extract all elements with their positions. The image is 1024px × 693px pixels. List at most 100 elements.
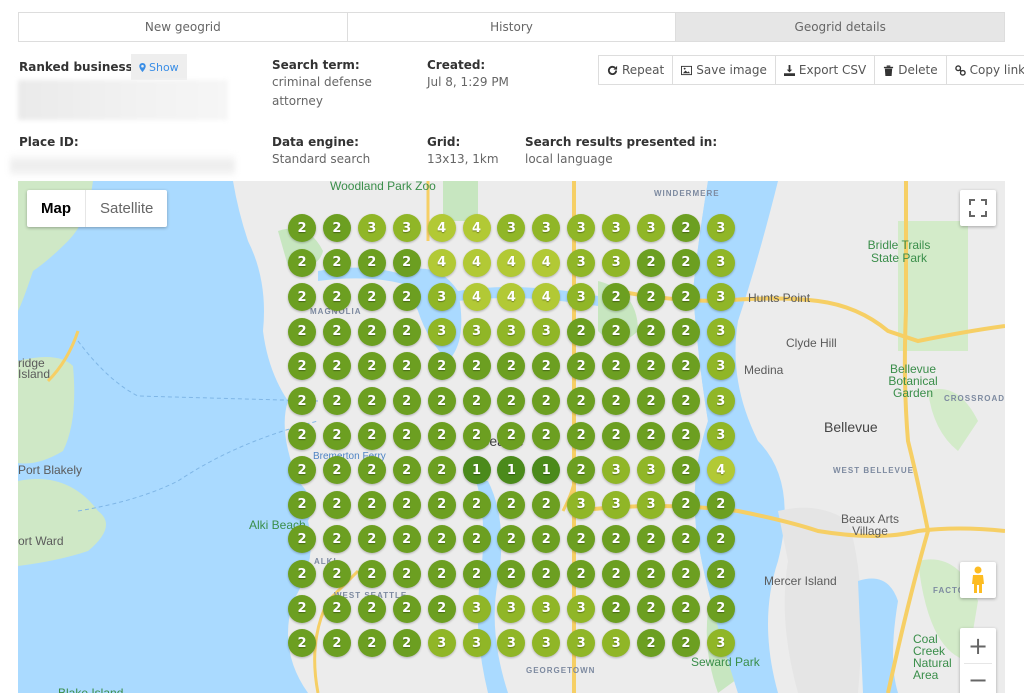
tab-geogrid-details[interactable]: Geogrid details (676, 13, 1005, 41)
grid-rank-marker[interactable]: 2 (322, 490, 351, 519)
grid-rank-marker[interactable]: 2 (706, 560, 735, 588)
grid-rank-marker[interactable]: 2 (392, 525, 421, 554)
grid-rank-marker[interactable]: 2 (462, 525, 491, 554)
grid-rank-marker[interactable]: 3 (567, 214, 596, 242)
grid-rank-marker[interactable]: 3 (706, 387, 735, 415)
grid-rank-marker[interactable]: 3 (532, 317, 561, 346)
grid-rank-marker[interactable]: 2 (288, 421, 316, 450)
grid-rank-marker[interactable]: 2 (427, 387, 456, 415)
grid-rank-marker[interactable]: 3 (602, 214, 631, 242)
grid-rank-marker[interactable]: 2 (462, 490, 491, 519)
grid-rank-marker[interactable]: 3 (706, 352, 735, 381)
grid-rank-marker[interactable]: 2 (567, 421, 596, 450)
grid-rank-marker[interactable]: 2 (637, 283, 665, 312)
map-type-map-button[interactable]: Map (27, 190, 86, 227)
grid-rank-marker[interactable]: 4 (462, 248, 491, 277)
grid-rank-marker[interactable]: 2 (322, 594, 351, 623)
grid-rank-marker[interactable]: 2 (357, 594, 386, 623)
map-type-satellite-button[interactable]: Satellite (86, 190, 167, 227)
grid-rank-marker[interactable]: 2 (392, 456, 421, 485)
delete-button[interactable]: Delete (875, 56, 947, 84)
grid-rank-marker[interactable]: 3 (497, 317, 526, 346)
grid-rank-marker[interactable]: 3 (602, 490, 631, 519)
grid-rank-marker[interactable]: 3 (706, 283, 735, 312)
grid-rank-marker[interactable]: 2 (671, 317, 700, 346)
grid-rank-marker[interactable]: 2 (392, 490, 421, 519)
grid-rank-marker[interactable]: 2 (357, 283, 386, 312)
grid-rank-marker[interactable]: 2 (497, 421, 526, 450)
grid-rank-marker[interactable]: 2 (602, 387, 631, 415)
grid-rank-marker[interactable]: 2 (567, 317, 596, 346)
grid-rank-marker[interactable]: 2 (462, 560, 491, 588)
grid-rank-marker[interactable]: 2 (497, 490, 526, 519)
grid-rank-marker[interactable]: 2 (322, 421, 351, 450)
grid-rank-marker[interactable]: 2 (357, 629, 386, 658)
grid-rank-marker[interactable]: 3 (706, 248, 735, 277)
grid-rank-marker[interactable]: 2 (288, 490, 316, 519)
grid-rank-marker[interactable]: 4 (427, 214, 456, 242)
street-view-pegman[interactable] (960, 562, 996, 598)
map-view[interactable]: Woodland Park Zoo WINDERMERE MAGNOLIA Br… (18, 181, 1005, 693)
grid-rank-marker[interactable]: 2 (288, 214, 316, 242)
grid-rank-marker[interactable]: 2 (427, 490, 456, 519)
grid-rank-marker[interactable]: 2 (671, 421, 700, 450)
grid-rank-marker[interactable]: 3 (462, 629, 491, 658)
grid-rank-marker[interactable]: 4 (497, 248, 526, 277)
grid-rank-marker[interactable]: 2 (392, 594, 421, 623)
grid-rank-marker[interactable]: 2 (637, 594, 665, 623)
grid-rank-marker[interactable]: 2 (671, 490, 700, 519)
grid-rank-marker[interactable]: 2 (427, 456, 456, 485)
grid-rank-marker[interactable]: 3 (567, 248, 596, 277)
grid-rank-marker[interactable]: 2 (427, 352, 456, 381)
grid-rank-marker[interactable]: 2 (322, 629, 351, 658)
grid-rank-marker[interactable]: 2 (392, 283, 421, 312)
grid-rank-marker[interactable]: 2 (427, 594, 456, 623)
grid-rank-marker[interactable]: 2 (567, 560, 596, 588)
grid-rank-marker[interactable]: 3 (706, 317, 735, 346)
grid-rank-marker[interactable]: 1 (462, 456, 491, 485)
grid-rank-marker[interactable]: 3 (602, 248, 631, 277)
grid-rank-marker[interactable]: 2 (532, 421, 561, 450)
zoom-in-button[interactable]: + (960, 630, 996, 663)
tab-new-geogrid[interactable]: New geogrid (19, 13, 348, 41)
grid-rank-marker[interactable]: 2 (357, 560, 386, 588)
grid-rank-marker[interactable]: 2 (462, 421, 491, 450)
zoom-out-button[interactable]: − (960, 664, 996, 693)
grid-rank-marker[interactable]: 2 (427, 560, 456, 588)
grid-rank-marker[interactable]: 2 (322, 214, 351, 242)
grid-rank-marker[interactable]: 2 (427, 421, 456, 450)
grid-rank-marker[interactable]: 2 (637, 629, 665, 658)
grid-rank-marker[interactable]: 2 (357, 421, 386, 450)
grid-rank-marker[interactable]: 2 (322, 317, 351, 346)
grid-rank-marker[interactable]: 2 (288, 248, 316, 277)
grid-rank-marker[interactable]: 2 (288, 594, 316, 623)
tab-history[interactable]: History (347, 13, 677, 41)
grid-rank-marker[interactable]: 3 (427, 283, 456, 312)
grid-rank-marker[interactable]: 2 (357, 248, 386, 277)
grid-rank-marker[interactable]: 4 (427, 248, 456, 277)
grid-rank-marker[interactable]: 3 (637, 490, 665, 519)
grid-rank-marker[interactable]: 3 (706, 629, 735, 658)
grid-rank-marker[interactable]: 2 (532, 490, 561, 519)
grid-rank-marker[interactable]: 2 (462, 352, 491, 381)
grid-rank-marker[interactable]: 2 (706, 594, 735, 623)
grid-rank-marker[interactable]: 2 (322, 560, 351, 588)
grid-rank-marker[interactable]: 2 (392, 248, 421, 277)
grid-rank-marker[interactable]: 2 (392, 629, 421, 658)
grid-rank-marker[interactable]: 2 (602, 560, 631, 588)
grid-rank-marker[interactable]: 3 (427, 317, 456, 346)
grid-rank-marker[interactable]: 2 (357, 387, 386, 415)
grid-rank-marker[interactable]: 2 (322, 387, 351, 415)
grid-rank-marker[interactable]: 2 (637, 248, 665, 277)
grid-rank-marker[interactable]: 2 (357, 352, 386, 381)
show-business-button[interactable]: Show (131, 54, 187, 80)
export-csv-button[interactable]: Export CSV (776, 56, 876, 84)
grid-rank-marker[interactable]: 4 (532, 248, 561, 277)
grid-rank-marker[interactable]: 2 (288, 456, 316, 485)
grid-rank-marker[interactable]: 3 (497, 594, 526, 623)
grid-rank-marker[interactable]: 2 (288, 629, 316, 658)
grid-rank-marker[interactable]: 4 (462, 214, 491, 242)
grid-rank-marker[interactable]: 2 (706, 490, 735, 519)
grid-rank-marker[interactable]: 2 (602, 594, 631, 623)
repeat-button[interactable]: Repeat (599, 56, 674, 84)
